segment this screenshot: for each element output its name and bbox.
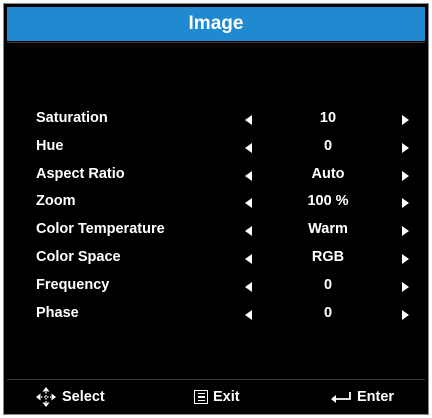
triangle-right-icon[interactable] (402, 115, 409, 125)
setting-label: Aspect Ratio (36, 165, 125, 182)
setting-row-frequency[interactable]: Frequency 0 (4, 273, 428, 301)
setting-label: Frequency (36, 276, 110, 293)
setting-value: 0 (323, 137, 333, 154)
setting-row-hue[interactable]: Hue 0 (4, 134, 428, 162)
settings-list: Saturation 10 Hue 0 Aspect Ratio Auto Zo… (4, 106, 428, 328)
setting-row-aspect-ratio[interactable]: Aspect Ratio Auto (4, 162, 428, 190)
setting-row-zoom[interactable]: Zoom 100 % (4, 189, 428, 217)
triangle-right-icon[interactable] (402, 198, 409, 209)
triangle-left-icon[interactable] (245, 226, 252, 237)
setting-value: 0 (323, 276, 333, 293)
triangle-right-icon[interactable] (402, 281, 409, 292)
exit-hint: Exit (194, 386, 240, 408)
triangle-right-icon[interactable] (402, 142, 409, 153)
setting-row-color-space[interactable]: Color Space RGB (4, 245, 428, 273)
triangle-left-icon[interactable] (245, 309, 252, 320)
setting-label: Zoom (36, 193, 76, 210)
four-way-arrows-icon (36, 387, 56, 407)
triangle-right-icon[interactable] (402, 253, 409, 264)
triangle-right-icon[interactable] (402, 226, 409, 237)
setting-value: 10 (319, 110, 337, 126)
triangle-left-icon[interactable] (245, 281, 252, 292)
triangle-right-icon[interactable] (402, 309, 409, 320)
title-bar: Image (7, 7, 425, 41)
setting-row-phase[interactable]: Phase 0 (4, 301, 428, 329)
select-hint: Select (35, 386, 105, 408)
exit-label: Exit (213, 389, 240, 405)
setting-label: Color Space (36, 248, 121, 265)
title-divider (7, 42, 425, 43)
setting-label: Phase (36, 304, 79, 321)
triangle-left-icon[interactable] (245, 198, 252, 209)
setting-value: 0 (323, 304, 333, 321)
setting-value: RGB (311, 248, 345, 265)
menu-icon (194, 390, 208, 404)
setting-value: 100 % (307, 193, 349, 210)
setting-label: Color Temperature (36, 221, 165, 238)
triangle-left-icon[interactable] (245, 253, 252, 264)
setting-label: Saturation (36, 110, 108, 126)
setting-value: Auto (311, 165, 345, 182)
setting-value: Warm (308, 221, 348, 238)
setting-row-color-temperature[interactable]: Color Temperature Warm (4, 217, 428, 245)
enter-label: Enter (357, 389, 395, 405)
triangle-left-icon[interactable] (245, 170, 252, 181)
key-hint-bar: Select Exit Enter (4, 384, 428, 412)
menu-title: Image (188, 13, 244, 34)
triangle-right-icon[interactable] (402, 170, 409, 181)
triangle-left-icon[interactable] (245, 115, 252, 125)
enter-hint: Enter (330, 386, 394, 408)
enter-return-icon (331, 392, 351, 403)
footer-divider (7, 379, 425, 380)
triangle-left-icon[interactable] (245, 142, 252, 153)
osd-menu-window: Image Saturation 10 Hue 0 Aspect Ratio A… (3, 3, 429, 415)
setting-label: Hue (36, 137, 64, 154)
select-label: Select (62, 389, 105, 405)
setting-row-saturation[interactable]: Saturation 10 (4, 106, 428, 134)
